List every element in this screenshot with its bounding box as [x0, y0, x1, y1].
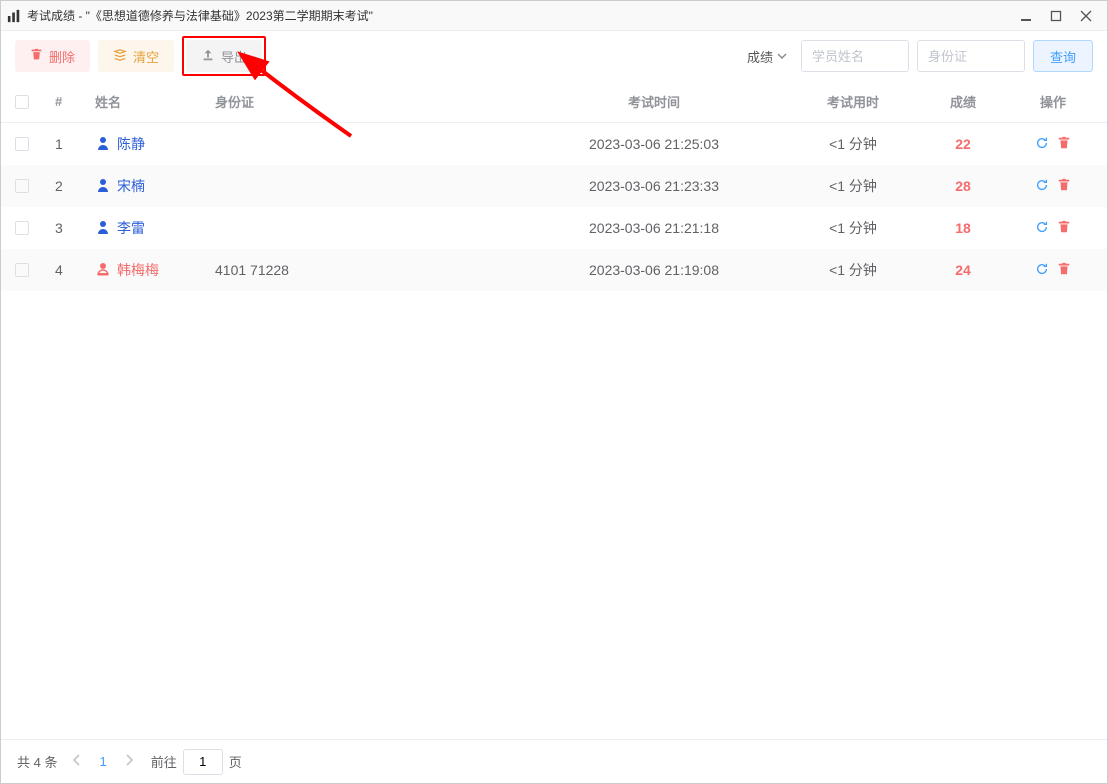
- results-table: # 姓名 身份证 考试时间 考试用时 成绩 操作 1 陈静 2023-03-06 2…: [1, 81, 1107, 291]
- prev-page-button[interactable]: [73, 754, 81, 769]
- row-index: 3: [55, 220, 95, 236]
- delete-row-icon[interactable]: [1057, 136, 1071, 153]
- next-page-button[interactable]: [125, 754, 133, 769]
- table-row: 2 宋楠 2023-03-06 21:23:33<1 分钟28: [1, 165, 1107, 207]
- export-icon: [201, 48, 215, 65]
- table-header-row: # 姓名 身份证 考试时间 考试用时 成绩 操作: [1, 81, 1107, 123]
- student-name-text: 韩梅梅: [117, 260, 159, 280]
- clear-icon: [113, 48, 127, 65]
- student-name-link[interactable]: 陈静: [95, 134, 215, 154]
- row-index: 4: [55, 262, 95, 278]
- query-button-label: 查询: [1050, 47, 1076, 66]
- student-name-text: 陈静: [117, 134, 145, 154]
- goto-page-input[interactable]: [183, 749, 223, 775]
- header-score: 成绩: [913, 92, 1013, 111]
- student-name-input[interactable]: [801, 40, 909, 72]
- row-duration: <1 分钟: [793, 260, 913, 280]
- clear-button-label: 清空: [133, 47, 159, 66]
- header-exam-time: 考试时间: [515, 92, 793, 111]
- page-jump: 前往 页: [151, 749, 242, 775]
- chevron-down-icon: [777, 49, 787, 64]
- titlebar: 考试成绩 - "《思想道德修养与法律基础》2023第二学期期末考试": [1, 1, 1107, 31]
- row-score: 24: [913, 262, 1013, 278]
- footer: 共 4 条 1 前往 页: [1, 739, 1107, 783]
- header-name: 姓名: [95, 92, 215, 111]
- student-name-link[interactable]: 宋楠: [95, 176, 215, 196]
- person-icon: [95, 261, 111, 280]
- row-checkbox[interactable]: [15, 179, 29, 193]
- row-exam-time: 2023-03-06 21:19:08: [515, 262, 793, 278]
- row-actions: [1013, 262, 1093, 279]
- table-row: 1 陈静 2023-03-06 21:25:03<1 分钟22: [1, 123, 1107, 165]
- student-name-text: 宋楠: [117, 176, 145, 196]
- app-icon: [7, 9, 21, 23]
- row-checkbox[interactable]: [15, 263, 29, 277]
- score-filter-label: 成绩: [747, 47, 773, 66]
- row-index: 2: [55, 178, 95, 194]
- window-controls: [1011, 5, 1101, 27]
- student-name-link[interactable]: 韩梅梅: [95, 260, 215, 280]
- select-all-checkbox[interactable]: [15, 95, 29, 109]
- refresh-icon[interactable]: [1035, 136, 1049, 153]
- refresh-icon[interactable]: [1035, 262, 1049, 279]
- row-checkbox[interactable]: [15, 221, 29, 235]
- person-icon: [95, 135, 111, 154]
- clear-button[interactable]: 清空: [98, 40, 174, 72]
- maximize-button[interactable]: [1041, 5, 1071, 27]
- row-duration: <1 分钟: [793, 218, 913, 238]
- trash-icon: [30, 48, 43, 64]
- goto-prefix: 前往: [151, 752, 177, 771]
- export-highlight-box: 导出: [182, 36, 266, 76]
- person-icon: [95, 177, 111, 196]
- row-duration: <1 分钟: [793, 134, 913, 154]
- row-exam-time: 2023-03-06 21:25:03: [515, 136, 793, 152]
- refresh-icon[interactable]: [1035, 220, 1049, 237]
- table-row: 4 韩梅梅 4101 712282023-03-06 21:19:08<1 分钟24: [1, 249, 1107, 291]
- header-ops: 操作: [1013, 92, 1093, 111]
- delete-row-icon[interactable]: [1057, 262, 1071, 279]
- person-icon: [95, 219, 111, 238]
- header-idcard: 身份证: [215, 92, 515, 111]
- row-actions: [1013, 136, 1093, 153]
- row-index: 1: [55, 136, 95, 152]
- student-name-link[interactable]: 李雷: [95, 218, 215, 238]
- row-score: 22: [913, 136, 1013, 152]
- row-idcard: 4101 71228: [215, 262, 515, 278]
- score-filter-select[interactable]: 成绩: [747, 47, 787, 66]
- delete-button[interactable]: 删除: [15, 40, 90, 72]
- total-count-label: 共 4 条: [17, 752, 57, 771]
- close-button[interactable]: [1071, 5, 1101, 27]
- row-actions: [1013, 220, 1093, 237]
- delete-row-icon[interactable]: [1057, 220, 1071, 237]
- delete-row-icon[interactable]: [1057, 178, 1071, 195]
- row-actions: [1013, 178, 1093, 195]
- header-duration: 考试用时: [793, 92, 913, 111]
- pagination: 1 前往 页: [73, 749, 241, 775]
- row-score: 28: [913, 178, 1013, 194]
- student-name-text: 李雷: [117, 218, 145, 238]
- row-exam-time: 2023-03-06 21:21:18: [515, 220, 793, 236]
- window-title: 考试成绩 - "《思想道德修养与法律基础》2023第二学期期末考试": [27, 7, 1011, 24]
- row-checkbox[interactable]: [15, 137, 29, 151]
- refresh-icon[interactable]: [1035, 178, 1049, 195]
- goto-suffix: 页: [229, 752, 242, 771]
- toolbar: 删除 清空 导出 成绩 查询: [1, 31, 1107, 81]
- query-button[interactable]: 查询: [1033, 40, 1093, 72]
- export-button-label: 导出: [221, 47, 247, 66]
- row-score: 18: [913, 220, 1013, 236]
- export-button[interactable]: 导出: [186, 40, 262, 72]
- header-index: #: [55, 94, 95, 109]
- table-row: 3 李雷 2023-03-06 21:21:18<1 分钟18: [1, 207, 1107, 249]
- row-duration: <1 分钟: [793, 176, 913, 196]
- id-card-input[interactable]: [917, 40, 1025, 72]
- row-exam-time: 2023-03-06 21:23:33: [515, 178, 793, 194]
- current-page-number[interactable]: 1: [99, 754, 106, 769]
- minimize-button[interactable]: [1011, 5, 1041, 27]
- delete-button-label: 删除: [49, 47, 75, 66]
